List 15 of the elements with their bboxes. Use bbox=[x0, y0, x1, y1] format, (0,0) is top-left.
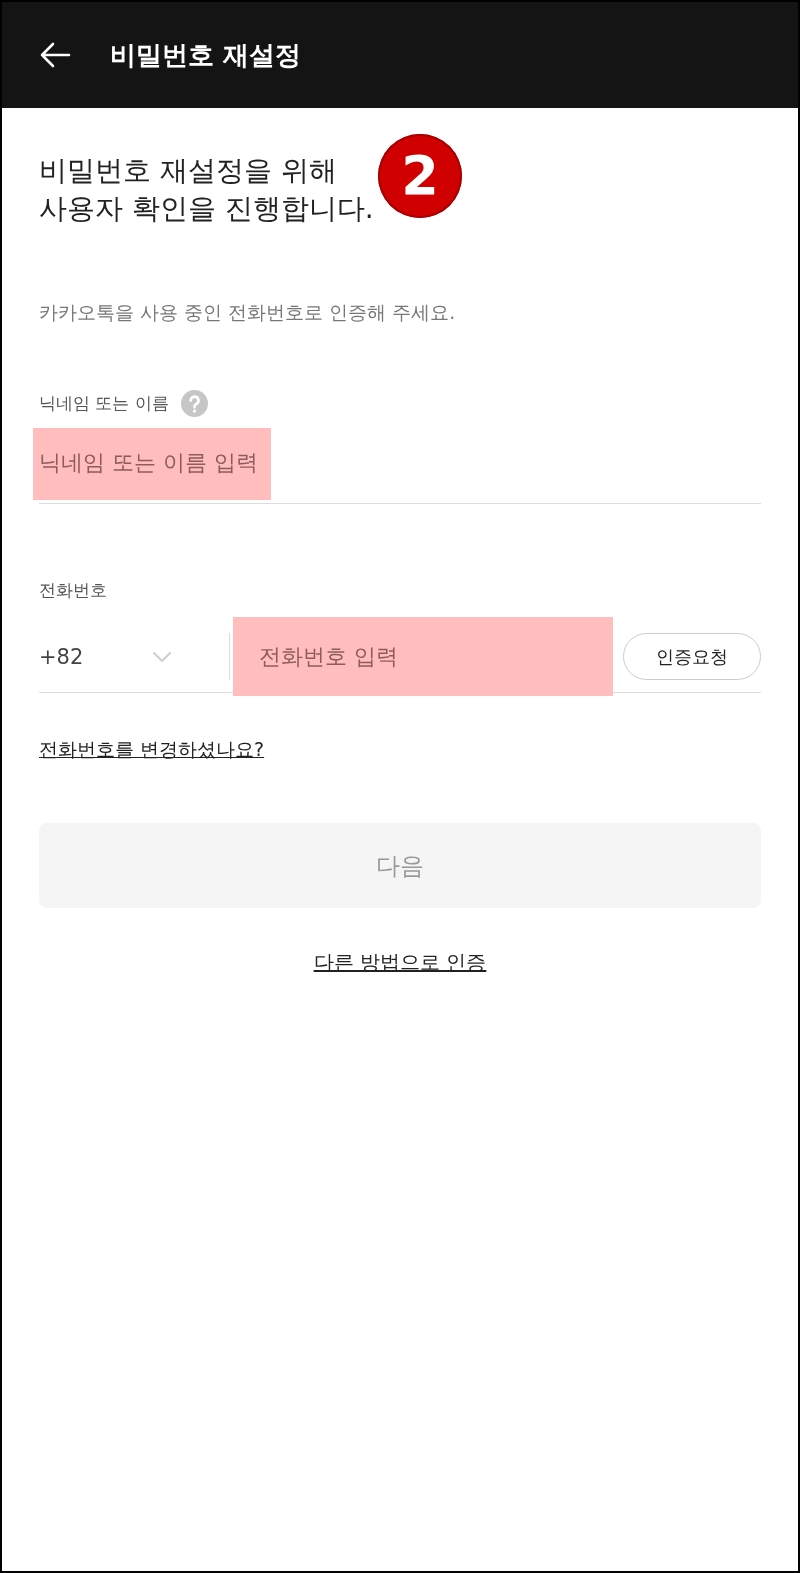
page-title: 비밀번호 재설정 bbox=[110, 39, 302, 72]
change-phone-link[interactable]: 전화번호를 변경하셨나요? bbox=[39, 736, 265, 762]
verification-request-button[interactable]: 인증요청 bbox=[623, 633, 761, 680]
other-method-link[interactable]: 다른 방법으로 인증 bbox=[313, 949, 487, 975]
field-label: 닉네임 또는 이름 bbox=[39, 392, 169, 415]
step-number-badge: 2 bbox=[378, 134, 462, 218]
country-code-dropdown[interactable]: +82 bbox=[39, 632, 229, 681]
chevron-down-icon bbox=[153, 651, 171, 662]
field-label: 전화번호 bbox=[39, 579, 107, 602]
next-button: 다음 bbox=[39, 823, 761, 908]
back-arrow-icon[interactable] bbox=[39, 41, 71, 69]
heading-text: 비밀번호 재설정을 위해 사용자 확인을 진행합니다. bbox=[39, 153, 374, 227]
instruction-text: 카카오톡을 사용 중인 전화번호로 인증해 주세요. bbox=[39, 300, 457, 325]
phone-input[interactable]: 전화번호 입력 bbox=[230, 632, 623, 681]
name-input[interactable]: 닉네임 또는 이름 입력 bbox=[39, 430, 761, 504]
